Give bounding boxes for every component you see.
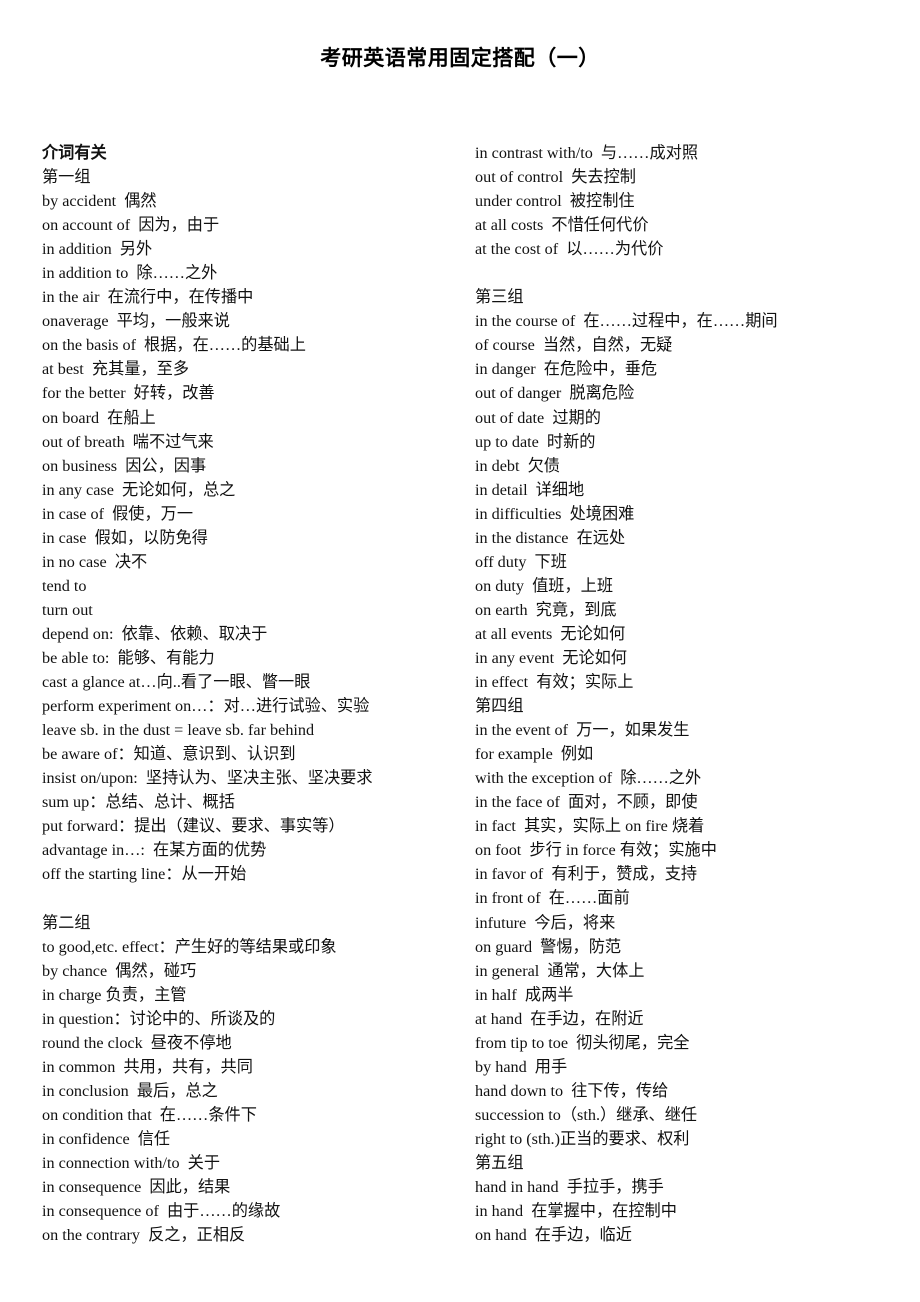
right-column-line-entry: for example 例如 [475, 745, 594, 764]
left-column-line-entry: advantage in…: 在某方面的优势 [42, 841, 267, 860]
left-column-line-entry: at best 充其量，至多 [42, 360, 190, 379]
right-column-line-entry: 第三组 [475, 288, 524, 307]
right-column-line-entry: 第五组 [475, 1153, 524, 1172]
left-column-line-entry: in conclusion 最后，总之 [42, 1081, 218, 1100]
right-column-line-entry: infuture 今后，将来 [475, 913, 616, 932]
left-column-line-entry: in the air 在流行中，在传播中 [42, 288, 254, 307]
right-column-line-entry: in front of 在……面前 [475, 889, 630, 908]
left-column-line-entry: out of breath 喘不过气来 [42, 432, 214, 451]
right-column-line-entry: on earth 究竟，到底 [475, 600, 617, 619]
right-column-line-entry: in the event of 万一，如果发生 [475, 721, 690, 740]
right-column-line-entry: in detail 详细地 [475, 480, 585, 499]
left-column-line-entry: in case 假如，以防免得 [42, 528, 208, 547]
right-column-line-entry: by hand 用手 [475, 1057, 568, 1076]
right-column-line-entry: in debt 欠债 [475, 456, 560, 475]
right-column-line-entry: up to date 时新的 [475, 432, 596, 451]
right-column-line-entry: under control 被控制住 [475, 192, 635, 211]
right-column-line-entry: out of control 失去控制 [475, 168, 636, 187]
left-column-line-entry: to good,etc. effect：产生好的等结果或印象 [42, 937, 337, 956]
left-column-line-entry: be able to: 能够、有能力 [42, 648, 215, 667]
right-column-line-entry: in danger 在危险中，垂危 [475, 360, 658, 379]
left-column-line-entry: off the starting line：从一开始 [42, 865, 247, 884]
right-column-line-entry: from tip to toe 彻头彻尾，完全 [475, 1033, 690, 1052]
left-column-line-entry: in case of 假使，万一 [42, 504, 194, 523]
left-column-line-entry: on the contrary 反之，正相反 [42, 1226, 246, 1245]
right-column-line-entry: in general 通常，大体上 [475, 961, 645, 980]
left-column-line-entry: in consequence 因此，结果 [42, 1178, 231, 1197]
right-column-line-entry: in the course of 在……过程中，在……期间 [475, 312, 778, 331]
left-column-line-entry: 介词有关 [42, 144, 107, 162]
left-column-line-entry: be aware of：知道、意识到、认识到 [42, 745, 296, 764]
left-column-line-entry: in consequence of 由于……的缘故 [42, 1202, 281, 1221]
right-column-line-entry: in any event 无论如何 [475, 648, 627, 667]
left-column-line-entry: in addition 另外 [42, 240, 153, 259]
right-column-line-entry: succession to（sth.）继承、继任 [475, 1105, 698, 1124]
right-column-line-entry: in contrast with/to 与……成对照 [475, 144, 699, 162]
left-column-line-entry: by chance 偶然，碰巧 [42, 961, 197, 980]
right-column-line-entry: on guard 警惕，防范 [475, 937, 622, 956]
right-column-line-entry: in fact 其实，实际上 on fire 烧着 [475, 817, 705, 836]
document-page: 考研英语常用固定搭配（一） 介词有关第一组 by accident 偶然 on ac… [0, 0, 920, 1302]
right-column-line-entry: 第四组 [475, 697, 524, 716]
right-column-line-entry: out of date 过期的 [475, 408, 601, 427]
left-column-line-entry: turn out [42, 600, 93, 619]
page-title: 考研英语常用固定搭配（一） [320, 46, 600, 70]
left-column: 介词有关第一组 by accident 偶然 on account of 因为，由于… [42, 141, 462, 1247]
left-column-line-entry: onaverage 平均，一般来说 [42, 312, 230, 331]
left-column-line-entry: insist on/upon: 坚持认为、坚决主张、坚决要求 [42, 769, 373, 788]
right-column-line-entry: in the distance 在远处 [475, 528, 626, 547]
right-column-line-entry: at the cost of 以……为代价 [475, 240, 664, 259]
right-column-line-entry: on duty 值班，上班 [475, 576, 614, 595]
left-column-line-entry: in charge 负责，主管 [42, 985, 187, 1004]
left-column-line-entry: in common 共用，共有，共同 [42, 1057, 253, 1076]
right-column: in contrast with/to 与……成对照 out of control… [475, 141, 905, 1247]
left-column-line-entry: cast a glance at…向..看了一眼、瞥一眼 [42, 673, 311, 692]
left-column-line-entry: leave sb. in the dust = leave sb. far be… [42, 721, 315, 740]
right-column-line-entry: off duty 下班 [475, 552, 567, 571]
left-column-line-entry: 第一组 [42, 168, 91, 187]
right-column-line-entry: on foot 步行 in force 有效；实施中 [475, 841, 717, 860]
right-column-line-entry: in effect 有效；实际上 [475, 673, 634, 692]
right-column-line-entry: of course 当然，自然，无疑 [475, 336, 673, 355]
right-column-line-entry: at all events 无论如何 [475, 624, 626, 643]
left-column-line-entry: 第二组 [42, 913, 91, 932]
left-column-line-entry: in addition to 除……之外 [42, 264, 218, 283]
left-column-line-entry: in no case 决不 [42, 552, 148, 571]
left-column-line-entry: on account of 因为，由于 [42, 216, 220, 235]
right-column-line-entry: in the face of 面对，不顾，即使 [475, 793, 698, 812]
left-column-line-entry: tend to [42, 576, 87, 595]
right-column-line-spacer [475, 261, 905, 285]
left-column-line-entry: for the better 好转，改善 [42, 384, 215, 403]
left-column-line-entry: on business 因公，因事 [42, 456, 207, 475]
left-column-line-entry: on condition that 在……条件下 [42, 1105, 257, 1124]
right-column-line-entry: right to (sth.)正当的要求、权利 [475, 1129, 690, 1148]
right-column-line-entry: hand in hand 手拉手，携手 [475, 1178, 664, 1197]
right-column-line-entry: hand down to 往下传，传给 [475, 1081, 669, 1100]
left-column-line-entry: in connection with/to 关于 [42, 1153, 221, 1172]
right-column-line-entry: at hand 在手边，在附近 [475, 1009, 644, 1028]
left-column-line-entry: perform experiment on…：对…进行试验、实验 [42, 697, 370, 716]
right-column-line-entry: on hand 在手边，临近 [475, 1226, 632, 1245]
left-column-line-entry: by accident 偶然 [42, 192, 157, 211]
left-column-line-entry: in question：讨论中的、所谈及的 [42, 1009, 276, 1028]
right-column-line-entry: in favor of 有利于，赞成，支持 [475, 865, 698, 884]
right-column-line-entry: out of danger 脱离危险 [475, 384, 635, 403]
right-column-line-entry: in half 成两半 [475, 985, 574, 1004]
left-column-line-entry: in confidence 信任 [42, 1129, 171, 1148]
right-column-line-entry: at all costs 不惜任何代价 [475, 216, 649, 235]
left-column-line-spacer [42, 886, 462, 910]
right-column-line-entry: with the exception of 除……之外 [475, 769, 702, 788]
right-column-line-entry: in difficulties 处境困难 [475, 504, 635, 523]
left-column-line-entry: on the basis of 根据，在……的基础上 [42, 336, 306, 355]
left-column-line-entry: on board 在船上 [42, 408, 156, 427]
left-column-line-entry: put forward：提出（建议、要求、事实等） [42, 817, 345, 836]
left-column-line-entry: depend on: 依靠、依赖、取决于 [42, 624, 268, 643]
left-column-line-entry: in any case 无论如何，总之 [42, 480, 236, 499]
right-column-line-entry: in hand 在掌握中，在控制中 [475, 1202, 677, 1221]
left-column-line-entry: sum up：总结、总计、概括 [42, 793, 235, 812]
left-column-line-entry: round the clock 昼夜不停地 [42, 1033, 232, 1052]
